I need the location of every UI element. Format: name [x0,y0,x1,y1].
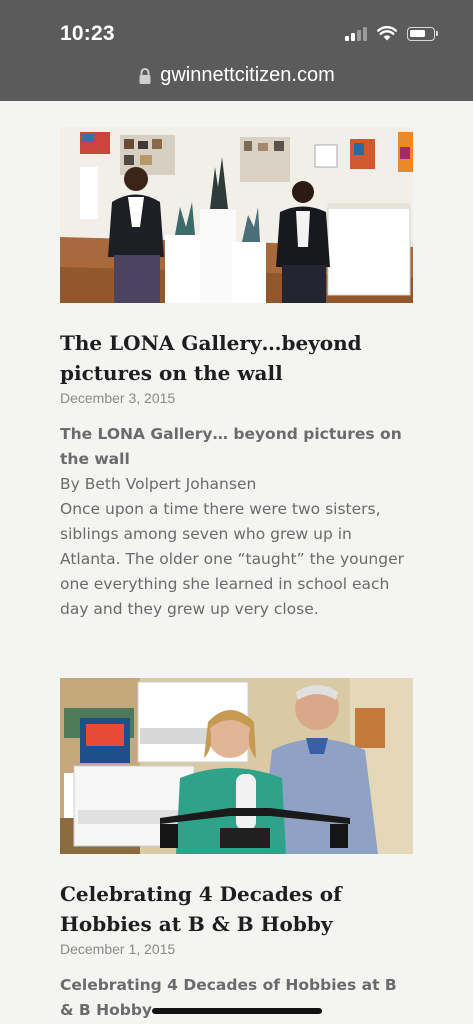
article-card: The LONA Gallery…beyond pictures on the … [60,127,413,622]
browser-top-bar: 10:23 gwinnettcitizen.com [0,0,473,101]
article-card: Celebrating 4 Decades of Hobbies at B & … [60,678,413,1023]
article-image-hobby-shop[interactable] [60,678,413,854]
article-byline: By Beth Volpert Johansen [60,475,257,493]
home-indicator[interactable] [152,1008,322,1014]
article-image-gallery[interactable] [60,127,413,303]
article-subhead: Celebrating 4 Decades of Hobbies at B & … [60,976,397,1019]
battery-icon [407,26,438,41]
article-date: December 1, 2015 [60,941,176,957]
article-title[interactable]: The LONA Gallery…beyond pictures on the … [60,328,413,388]
lock-icon [139,67,151,84]
article-subhead: The LONA Gallery… beyond pictures on the… [60,425,402,468]
url-text: gwinnettcitizen.com [160,64,335,86]
article-title[interactable]: Celebrating 4 Decades of Hobbies at B & … [60,879,413,939]
status-time: 10:23 [60,22,115,45]
article-date: December 3, 2015 [60,390,176,406]
address-bar[interactable]: gwinnettcitizen.com [0,64,473,87]
wifi-icon [377,26,397,41]
cellular-signal-icon [345,26,367,41]
article-excerpt: Once upon a time there were two sisters,… [60,500,404,618]
status-icons [345,26,438,41]
